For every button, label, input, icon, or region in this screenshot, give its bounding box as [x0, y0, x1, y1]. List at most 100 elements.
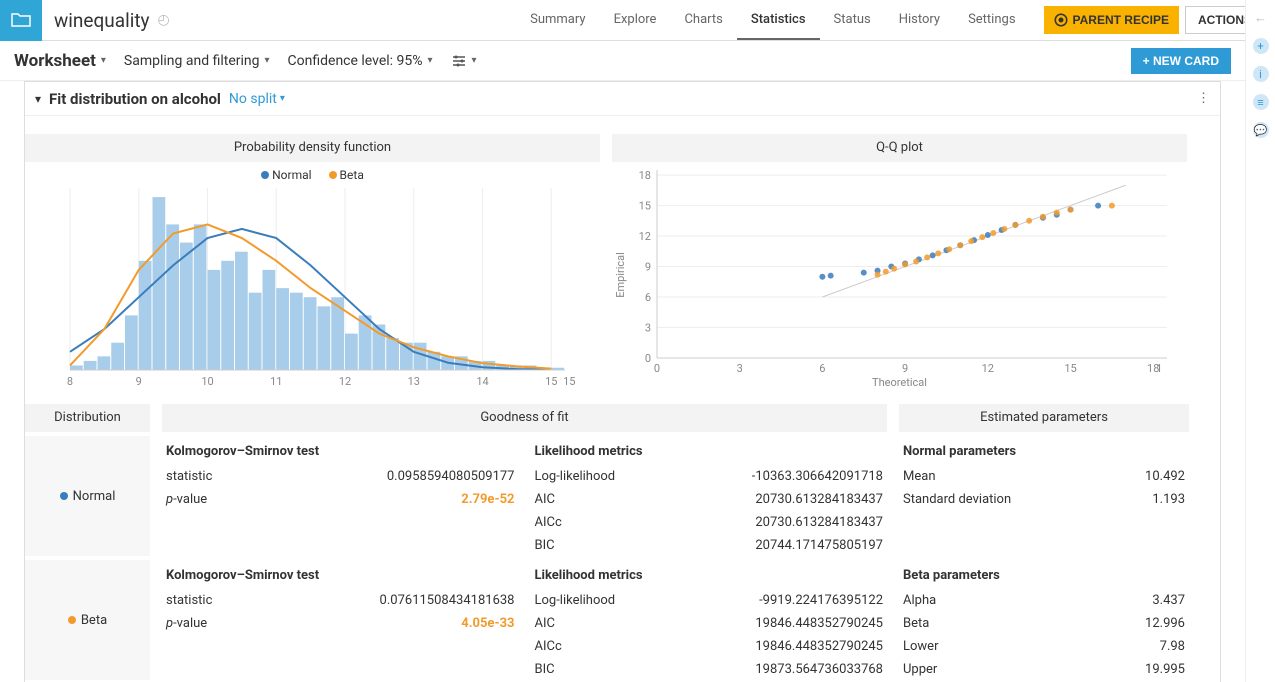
- svg-text:9: 9: [645, 261, 651, 274]
- new-card-button[interactable]: + NEW CARD: [1131, 48, 1231, 74]
- qq-plot: 036912151803691215181TheoreticalEmpirica…: [612, 162, 1187, 388]
- svg-text:15: 15: [1064, 362, 1076, 375]
- qq-chart: 036912151803691215181TheoreticalEmpirica…: [612, 162, 1187, 392]
- distribution-row: Beta: [25, 560, 150, 680]
- pdf-plot: 8 9 10 11 12 13 14 15 15: [25, 188, 600, 388]
- svg-text:15: 15: [639, 200, 651, 213]
- metric-row: Log-likelihood-10363.306642091718: [531, 465, 888, 488]
- pdf-legend: Normal Beta: [25, 162, 600, 188]
- right-rail: ← + i ≡ 💬: [1245, 0, 1275, 682]
- metric-row: statistic0.07611508434181638: [162, 589, 519, 612]
- gof-header: Goodness of fit: [162, 404, 887, 432]
- svg-text:Theoretical: Theoretical: [872, 376, 927, 388]
- tab-explore[interactable]: Explore: [600, 0, 671, 40]
- parent-recipe-button[interactable]: PARENT RECIPE: [1044, 6, 1179, 34]
- distribution-row: Normal: [25, 436, 150, 556]
- settings-dropdown[interactable]: ▾: [451, 53, 477, 69]
- metric-row: p-value4.05e-33: [162, 612, 519, 635]
- svg-text:12: 12: [639, 230, 651, 243]
- chevron-down-icon: ▾: [265, 55, 270, 66]
- split-dropdown[interactable]: No split▾: [229, 91, 285, 107]
- list-icon[interactable]: ≡: [1253, 94, 1269, 110]
- estimated-column: Estimated parameters Normal parametersMe…: [899, 404, 1189, 680]
- estimated-header: Estimated parameters: [899, 404, 1189, 432]
- content: Worksheet ▾ Sampling and filtering▾ Conf…: [0, 41, 1245, 682]
- metric-row: Alpha3.437: [899, 589, 1189, 612]
- svg-text:15: 15: [563, 375, 575, 388]
- svg-text:9: 9: [902, 362, 908, 375]
- card-menu-icon[interactable]: ⋮: [1197, 91, 1210, 106]
- svg-text:13: 13: [408, 375, 420, 388]
- collapse-icon[interactable]: ▾: [35, 92, 41, 106]
- metric-row: Standard deviation1.193: [899, 488, 1189, 511]
- legend-normal-marker: [261, 171, 269, 179]
- svg-text:12: 12: [339, 375, 351, 388]
- svg-text:0: 0: [654, 362, 660, 375]
- metric-row: statistic0.0958594080509177: [162, 465, 519, 488]
- worksheet-toolbar: Worksheet ▾ Sampling and filtering▾ Conf…: [0, 41, 1245, 81]
- svg-text:1: 1: [1156, 362, 1162, 375]
- chevron-down-icon: ▾: [101, 55, 106, 66]
- svg-text:3: 3: [737, 362, 743, 375]
- sampling-dropdown[interactable]: Sampling and filtering▾: [124, 53, 270, 69]
- header-tabs: Summary Explore Charts Statistics Status…: [516, 0, 1275, 40]
- params-block: Normal parametersMean10.492Standard devi…: [899, 436, 1189, 556]
- tab-summary[interactable]: Summary: [516, 0, 599, 40]
- charts-row: Probability density function Normal Beta…: [25, 134, 1220, 398]
- svg-text:10: 10: [201, 375, 213, 388]
- metric-row: p-value2.79e-52: [162, 488, 519, 511]
- gof-column: Goodness of fit Kolmogorov–Smirnov test …: [162, 404, 887, 680]
- svg-text:14: 14: [476, 375, 488, 388]
- metric-row: BIC20744.171475805197: [531, 534, 888, 557]
- tab-settings[interactable]: Settings: [954, 0, 1029, 40]
- folder-icon[interactable]: [0, 0, 42, 41]
- distribution-header: Distribution: [25, 404, 150, 432]
- pdf-chart-title: Probability density function: [25, 134, 600, 162]
- svg-text:6: 6: [819, 362, 825, 375]
- metric-row: Beta12.996: [899, 612, 1189, 635]
- metric-row: BIC19873.564736033768: [531, 658, 888, 681]
- metric-row: AICc20730.613284183437: [531, 511, 888, 534]
- svg-text:Empirical: Empirical: [614, 252, 627, 298]
- params-block: Beta parametersAlpha3.437Beta12.996Lower…: [899, 560, 1189, 680]
- chat-icon[interactable]: 💬: [1253, 122, 1269, 138]
- svg-text:15: 15: [545, 375, 557, 388]
- distribution-column: Distribution NormalBeta: [25, 404, 150, 680]
- fit-distribution-card: ▾ Fit distribution on alcohol No split▾ …: [24, 81, 1221, 682]
- tab-history[interactable]: History: [885, 0, 954, 40]
- tab-statistics[interactable]: Statistics: [737, 0, 820, 40]
- help-icon[interactable]: ◴: [158, 12, 170, 28]
- svg-text:8: 8: [67, 375, 73, 388]
- qq-chart-column: Q-Q plot 036912151803691215181Theoretica…: [612, 134, 1187, 392]
- metric-row: AICc19846.448352790245: [531, 635, 888, 658]
- metric-row: AIC20730.613284183437: [531, 488, 888, 511]
- metric-row: Lower7.98: [899, 635, 1189, 658]
- metric-row: Upper19.995: [899, 658, 1189, 681]
- gof-block: Kolmogorov–Smirnov test statistic0.09585…: [162, 436, 887, 556]
- add-icon[interactable]: +: [1253, 38, 1269, 54]
- chevron-down-icon: ▾: [472, 55, 477, 66]
- card-header: ▾ Fit distribution on alcohol No split▾ …: [25, 82, 1220, 116]
- svg-text:3: 3: [645, 322, 651, 335]
- card-body: Probability density function Normal Beta…: [25, 116, 1220, 682]
- worksheet-dropdown[interactable]: Worksheet ▾: [14, 51, 106, 71]
- confidence-dropdown[interactable]: Confidence level: 95%▾: [288, 53, 433, 69]
- qq-chart-title: Q-Q plot: [612, 134, 1187, 162]
- pdf-chart: Normal Beta 8 9 10 11 12 13 14 15 15: [25, 162, 600, 392]
- svg-text:11: 11: [270, 375, 282, 388]
- metric-row: Log-likelihood-9919.224176395122: [531, 589, 888, 612]
- svg-text:12: 12: [982, 362, 994, 375]
- svg-text:0: 0: [645, 352, 651, 365]
- metric-row: AIC19846.448352790245: [531, 612, 888, 635]
- pdf-chart-column: Probability density function Normal Beta…: [25, 134, 600, 392]
- collapse-arrow-icon[interactable]: ←: [1254, 10, 1267, 26]
- info-icon[interactable]: i: [1253, 66, 1269, 82]
- sliders-icon: [451, 53, 467, 69]
- tables-row: Distribution NormalBeta Goodness of fit …: [25, 404, 1220, 680]
- recipe-icon: [1054, 13, 1068, 27]
- tab-charts[interactable]: Charts: [670, 0, 736, 40]
- card-area: ▾ Fit distribution on alcohol No split▾ …: [0, 81, 1245, 682]
- svg-text:9: 9: [136, 375, 142, 388]
- svg-text:18: 18: [639, 169, 651, 182]
- tab-status[interactable]: Status: [820, 0, 885, 40]
